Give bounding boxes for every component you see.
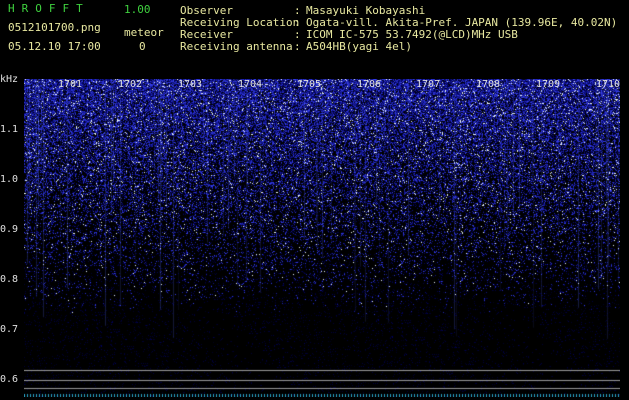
- info-sep-observer: :: [294, 4, 301, 17]
- meteor-count: 0: [139, 40, 146, 53]
- x-tick-label: 1708: [476, 79, 501, 90]
- y-tick-label: 0.8: [0, 274, 19, 285]
- y-tick-label: 1.1: [0, 124, 19, 135]
- info-key-receiver: Receiver: [180, 28, 233, 41]
- y-tick-label: 1.0: [0, 174, 19, 185]
- x-tick-label: 1702: [118, 79, 143, 90]
- spectrogram-canvas: [24, 79, 620, 397]
- info-sep-location: :: [294, 16, 301, 29]
- hroff-display: { "app": { "name": "HROFFT", "version": …: [0, 0, 629, 400]
- y-axis-unit: kHz: [0, 74, 19, 85]
- y-tick-label: 0.6: [0, 374, 19, 385]
- x-tick-label: 1706: [357, 79, 382, 90]
- info-value-location: Ogata-vill. Akita-Pref. JAPAN (139.96E, …: [306, 16, 618, 29]
- x-tick-label: 1707: [416, 79, 441, 90]
- file-name: 0512101700.png: [8, 21, 101, 34]
- info-value-observer: Masayuki Kobayashi: [306, 4, 426, 17]
- x-tick-label: 1701: [58, 79, 83, 90]
- app-version: 1.00: [124, 3, 151, 16]
- x-tick-label: 1704: [238, 79, 263, 90]
- app-name: HROFFT: [8, 2, 90, 15]
- info-key-antenna: Receiving antenna: [180, 40, 293, 53]
- y-tick-label: 0.7: [0, 324, 19, 335]
- info-key-location: Receiving Location: [180, 16, 300, 29]
- y-tick-label: 0.9: [0, 224, 19, 235]
- info-value-antenna: A504HB(yagi 4el): [306, 40, 412, 53]
- info-key-observer: Observer: [180, 4, 233, 17]
- x-tick-label: 1703: [178, 79, 203, 90]
- spectrogram-panel: [24, 79, 620, 397]
- x-tick-label: 1710: [596, 79, 621, 90]
- info-sep-receiver: :: [294, 28, 301, 41]
- x-tick-label: 1705: [297, 79, 322, 90]
- x-tick-label: 1709: [536, 79, 561, 90]
- info-value-receiver: ICOM IC-575 53.7492(@LCD)MHz USB: [306, 28, 518, 41]
- meteor-label: meteor: [124, 26, 164, 39]
- file-datetime: 05.12.10 17:00: [8, 40, 101, 53]
- info-sep-antenna: :: [294, 40, 301, 53]
